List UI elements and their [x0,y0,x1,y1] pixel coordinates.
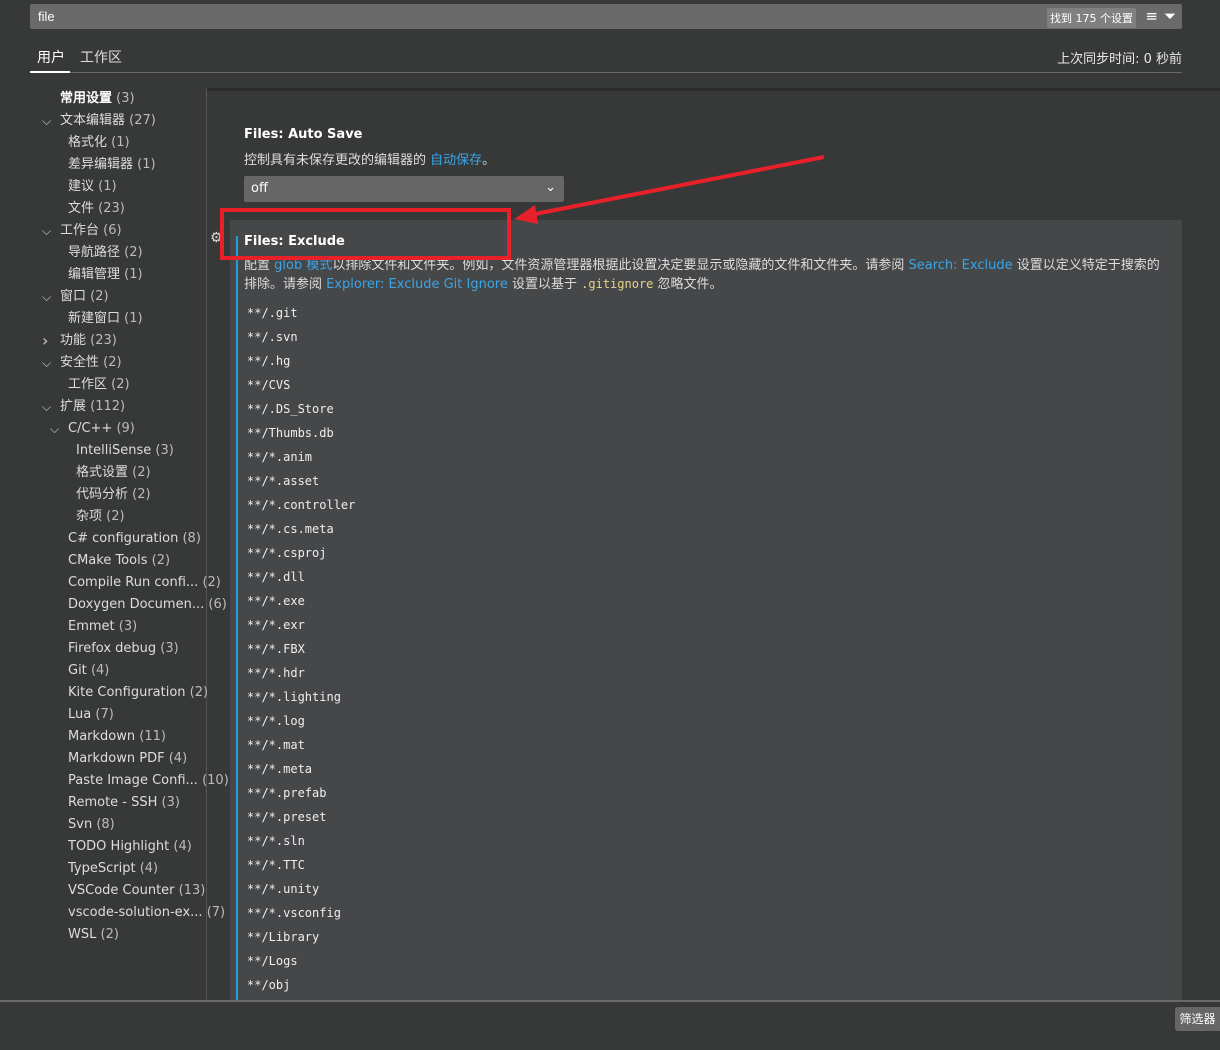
annotation-overlay [220,155,825,260]
annotation-arrowhead [514,205,538,224]
annotation-box [220,208,511,260]
panel-divider [0,1000,1220,1002]
filter-button[interactable]: 筛选器 [1175,1007,1220,1031]
annotation-arrow [529,155,825,217]
